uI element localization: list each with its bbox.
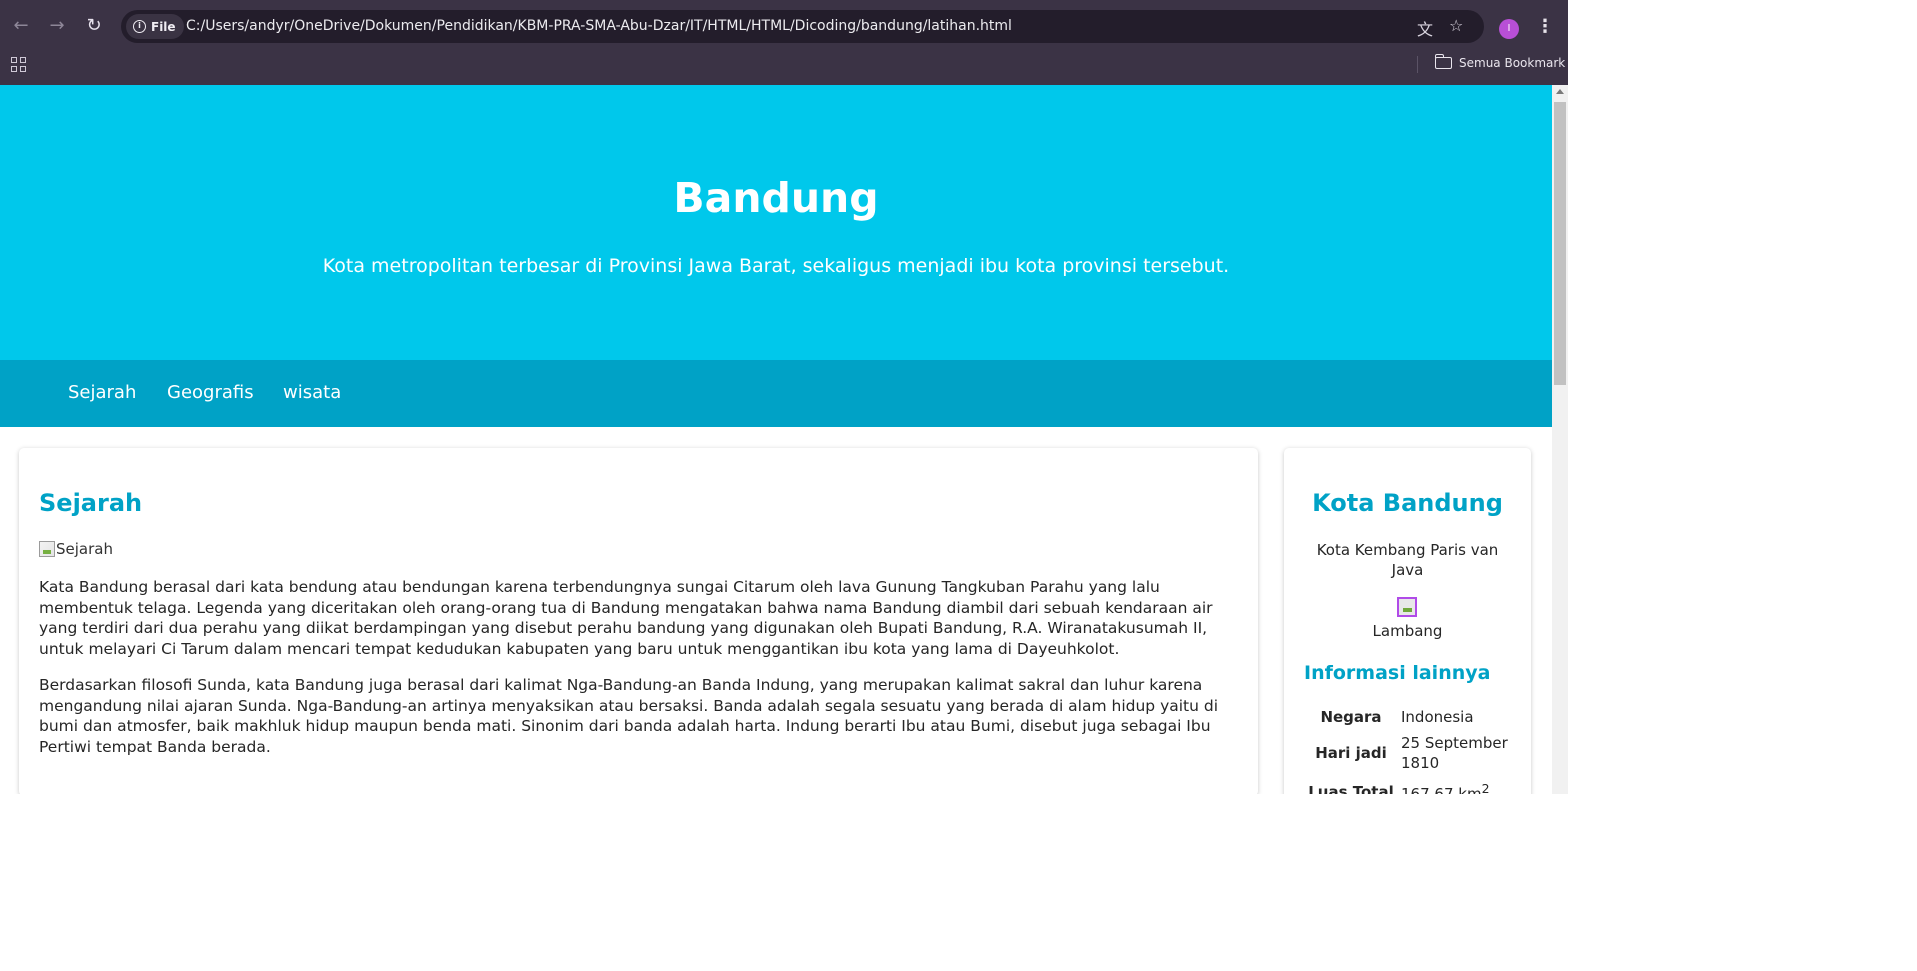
page-viewport: Bandung Kota metropolitan terbesar di Pr…	[0, 85, 1552, 794]
scroll-up-arrow-icon[interactable]	[1556, 89, 1564, 94]
all-bookmarks-button[interactable]: Semua Bookmark	[1434, 54, 1566, 70]
profile-avatar[interactable]: I	[1499, 19, 1519, 39]
site-nav: Sejarah Geografis wisata	[0, 360, 1552, 427]
article-paragraph: Berdasarkan filosofi Sunda, kata Bandung…	[39, 676, 1219, 756]
info-value: Indonesia	[1401, 708, 1474, 726]
table-row: Negara Indonesia	[1304, 704, 1514, 730]
site-title: Bandung	[673, 174, 879, 222]
article-card: Sejarah Sejarah Kata Bandung berasal dar…	[19, 448, 1258, 794]
article-image-alt: Sejarah	[56, 540, 113, 558]
apps-grid-icon[interactable]	[11, 57, 26, 72]
info-label: Hari jadi	[1315, 744, 1387, 762]
site-subtitle: Kota metropolitan terbesar di Provinsi J…	[322, 255, 1230, 277]
url-text[interactable]: C:/Users/andyr/OneDrive/Dokumen/Pendidik…	[186, 18, 1012, 34]
folder-icon	[1434, 54, 1452, 69]
emblem-caption: Lambang	[1372, 622, 1443, 640]
broken-image-icon	[39, 541, 55, 557]
area-unit-exponent: 2	[1481, 781, 1490, 794]
info-icon: i	[133, 20, 146, 33]
bookmarks-divider	[1417, 56, 1418, 73]
area-value: 167.67 km	[1401, 785, 1482, 794]
table-row: Luas Total 167.67 km2	[1304, 776, 1514, 794]
site-info-label: File	[151, 19, 176, 34]
nav-link-sejarah[interactable]: Sejarah	[68, 382, 136, 403]
nav-link-geografis[interactable]: Geografis	[167, 382, 254, 403]
menu-dots-icon[interactable]: ⋮	[1536, 16, 1554, 37]
profile-card: Kota Bandung Kota Kembang Paris van Java…	[1284, 448, 1531, 794]
info-value: 167.67 km2	[1398, 776, 1514, 794]
article-paragraph: Kata Bandung berasal dari kata bendung a…	[39, 578, 1213, 658]
nav-link-wisata[interactable]: wisata	[283, 382, 341, 403]
city-emblem-image	[1397, 597, 1417, 617]
forward-arrow-icon[interactable]: →	[44, 13, 70, 39]
bookmarks-bar: Semua Bookmark	[0, 50, 1568, 80]
article-image: Sejarah	[39, 540, 113, 558]
page-scrollbar[interactable]	[1552, 85, 1568, 794]
city-tagline: Kota Kembang Paris van Java	[1316, 541, 1499, 579]
bookmark-star-icon[interactable]: ☆	[1449, 16, 1463, 35]
translate-icon[interactable]: 文	[1417, 16, 1433, 40]
browser-chrome: ← → ↻ i File C:/Users/andyr/OneDrive/Dok…	[0, 0, 1568, 85]
info-table: Negara Indonesia Hari jadi 25 September …	[1304, 704, 1514, 794]
address-bar[interactable]: i File C:/Users/andyr/OneDrive/Dokumen/P…	[121, 10, 1484, 43]
reload-icon[interactable]: ↻	[81, 13, 107, 39]
back-arrow-icon[interactable]: ←	[8, 13, 34, 39]
site-header: Bandung Kota metropolitan terbesar di Pr…	[0, 85, 1552, 360]
scrollbar-thumb[interactable]	[1554, 102, 1566, 385]
city-heading: Kota Bandung	[1312, 489, 1503, 517]
info-heading: Informasi lainnya	[1304, 662, 1491, 684]
browser-toolbar: ← → ↻ i File C:/Users/andyr/OneDrive/Dok…	[0, 4, 1568, 48]
info-label: Negara	[1320, 708, 1382, 726]
all-bookmarks-label: Semua Bookmark	[1459, 56, 1566, 70]
article-heading: Sejarah	[39, 489, 143, 517]
info-label: Luas Total	[1308, 782, 1394, 795]
site-info-chip[interactable]: i File	[126, 14, 184, 39]
table-row: Hari jadi 25 September 1810	[1304, 730, 1514, 776]
info-value: 25 September 1810	[1401, 734, 1508, 772]
